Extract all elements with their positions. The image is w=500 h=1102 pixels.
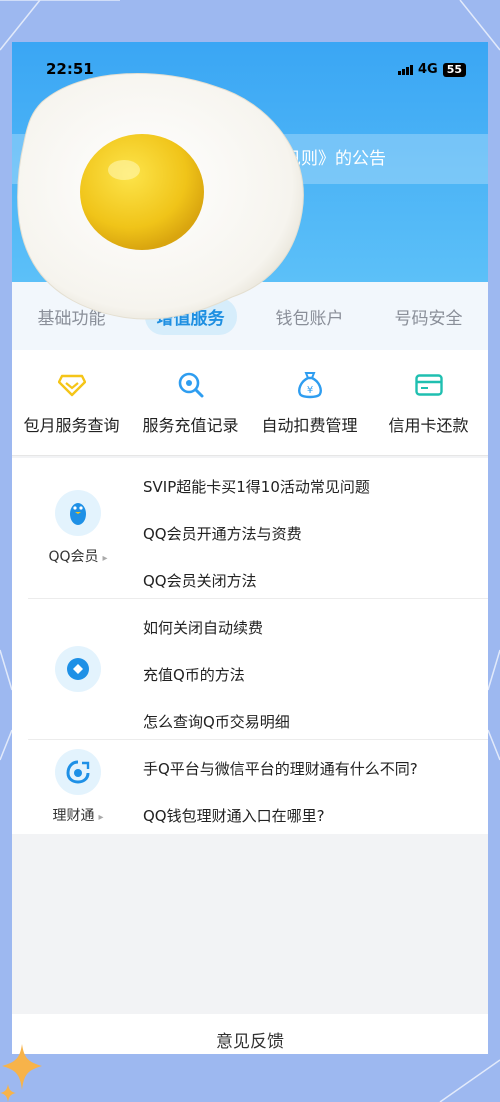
faq-category-q-coin[interactable]	[28, 599, 128, 739]
diamond-icon	[57, 370, 87, 400]
penguin-icon	[55, 490, 101, 536]
network-label: 4G	[417, 62, 438, 77]
faq-item[interactable]: 如何关闭自动续费	[143, 605, 488, 652]
faq-item[interactable]: 手Q平台与微信平台的理财通有什么不同?	[143, 746, 488, 793]
faq-items: SVIP超能卡买1得10活动常见问题 QQ会员开通方法与资费 QQ会员关闭方法	[143, 458, 488, 611]
faq-caption: QQ会员	[48, 549, 99, 565]
faq-item[interactable]: QQ会员开通方法与资费	[143, 511, 488, 558]
money-bag-icon: ¥	[295, 370, 325, 400]
status-indicators: 4G 55	[397, 62, 466, 77]
fried-egg-sticker	[17, 72, 304, 320]
faq-item[interactable]: SVIP超能卡买1得10活动常见问题	[143, 464, 488, 511]
faq-item[interactable]: QQ会员关闭方法	[143, 558, 488, 605]
service-recharge-record[interactable]: 服务充值记录	[131, 370, 250, 436]
q-coin-icon	[55, 646, 101, 692]
service-label: 包月服务查询	[23, 415, 120, 435]
faq-group-wealth: 理财通 ▸ 手Q平台与微信平台的理财通有什么不同? QQ钱包理财通入口在哪里?	[28, 740, 488, 834]
sparkle-icon	[0, 1044, 42, 1102]
chevron-right-icon: ▸	[102, 553, 108, 564]
faq-item[interactable]: 怎么查询Q币交易明细	[143, 699, 488, 746]
faq-caption: 理财通	[52, 808, 95, 824]
faq-category-qq-vip[interactable]: QQ会员 ▸	[28, 458, 128, 598]
wealth-icon	[55, 749, 101, 795]
chevron-right-icon: ▸	[98, 812, 104, 823]
faq-group-q-coin: 如何关闭自动续费 充值Q币的方法 怎么查询Q币交易明细	[28, 599, 488, 740]
faq-list: QQ会员 ▸ SVIP超能卡买1得10活动常见问题 QQ会员开通方法与资费 QQ会…	[12, 458, 488, 834]
service-monthly-query[interactable]: 包月服务查询	[12, 370, 131, 436]
faq-group-qq-vip: QQ会员 ▸ SVIP超能卡买1得10活动常见问题 QQ会员开通方法与资费 QQ会…	[28, 458, 488, 599]
credit-card-icon	[414, 370, 444, 400]
service-label: 服务充值记录	[142, 415, 239, 435]
service-label: 自动扣费管理	[261, 415, 358, 435]
faq-category-wealth[interactable]: 理财通 ▸	[28, 740, 128, 834]
phone-screen: 22:51 4G 55 心 见则》的公告	[12, 42, 488, 1054]
faq-items: 手Q平台与微信平台的理财通有什么不同? QQ钱包理财通入口在哪里?	[143, 740, 488, 846]
service-credit-card[interactable]: 信用卡还款	[369, 370, 488, 436]
service-grid: 包月服务查询 服务充值记录 ¥ 自动扣费管理 信用卡还款	[12, 350, 488, 456]
battery-icon: 55	[442, 62, 466, 77]
service-label: 信用卡还款	[388, 415, 469, 435]
search-icon	[176, 370, 206, 400]
faq-item[interactable]: QQ钱包理财通入口在哪里?	[143, 793, 488, 840]
faq-item[interactable]: 充值Q币的方法	[143, 652, 488, 699]
feedback-button[interactable]: 意见反馈	[12, 1014, 488, 1054]
faq-items: 如何关闭自动续费 充值Q币的方法 怎么查询Q币交易明细	[143, 599, 488, 752]
service-auto-deduct[interactable]: ¥ 自动扣费管理	[250, 370, 369, 436]
signal-icon	[397, 64, 413, 75]
svg-text:¥: ¥	[306, 385, 312, 396]
tab-security[interactable]: 号码安全	[383, 298, 475, 335]
